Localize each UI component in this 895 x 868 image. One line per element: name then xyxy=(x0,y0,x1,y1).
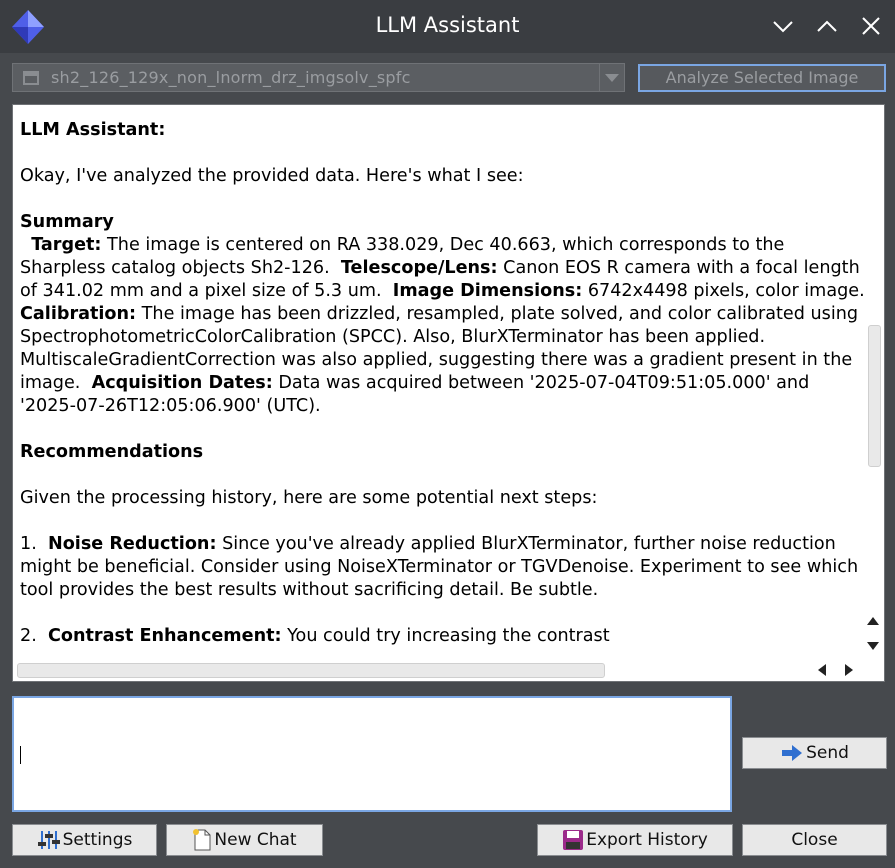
close-window-button[interactable] xyxy=(858,13,884,39)
minimize-button[interactable] xyxy=(770,13,796,39)
item2-prefix: 2. xyxy=(20,626,48,646)
arrow-right-icon xyxy=(782,745,803,761)
new-document-icon xyxy=(193,829,211,851)
scroll-down-icon[interactable] xyxy=(867,642,879,650)
close-button[interactable]: Close xyxy=(742,824,887,856)
item1-prefix: 1. xyxy=(20,534,48,554)
chevron-down-icon xyxy=(773,21,793,33)
horizontal-scroll-thumb[interactable] xyxy=(17,663,605,678)
settings-label: Settings xyxy=(62,830,133,850)
sliders-icon xyxy=(37,831,60,849)
intro-text: Okay, I've analyzed the provided data. H… xyxy=(20,166,524,186)
chevron-up-icon xyxy=(817,20,837,32)
analyze-selected-image-button[interactable]: Analyze Selected Image xyxy=(638,64,886,92)
settings-button[interactable]: Settings xyxy=(12,824,157,856)
scroll-right-icon[interactable] xyxy=(845,664,853,676)
export-history-label: Export History xyxy=(586,830,708,850)
scroll-up-icon[interactable] xyxy=(867,617,879,625)
item2-text: You could try increasing the contrast xyxy=(281,626,610,646)
summary-heading: Summary xyxy=(20,212,114,232)
chat-output-text: LLM Assistant: Okay, I've analyzed the p… xyxy=(20,119,865,659)
send-label: Send xyxy=(806,743,849,763)
assistant-heading: LLM Assistant: xyxy=(20,120,166,140)
new-chat-button[interactable]: New Chat xyxy=(166,824,323,856)
dimensions-text: 6742x4498 pixels, color image. xyxy=(587,281,865,301)
maximize-button[interactable] xyxy=(814,13,840,39)
item2-label: Contrast Enhancement: xyxy=(47,626,282,646)
chat-output-panel[interactable]: LLM Assistant: Okay, I've analyzed the p… xyxy=(12,104,885,682)
telescope-label: Telescope/Lens: xyxy=(340,258,498,278)
export-history-button[interactable]: Export History xyxy=(537,824,733,856)
image-window-icon xyxy=(23,71,39,85)
recommendations-heading: Recommendations xyxy=(20,442,204,462)
item1-label: Noise Reduction: xyxy=(47,534,217,554)
calibration-label: Calibration: xyxy=(20,304,137,324)
chat-input-field[interactable] xyxy=(12,696,732,812)
recommendations-intro: Given the processing history, here are s… xyxy=(20,488,598,508)
acquisition-label: Acquisition Dates: xyxy=(91,373,273,393)
send-button[interactable]: Send xyxy=(742,737,887,769)
dimensions-label: Image Dimensions: xyxy=(392,281,583,301)
dropdown-arrow-icon[interactable] xyxy=(599,64,624,91)
target-label: Target: xyxy=(31,235,102,255)
image-select-value: sh2_126_129x_non_lnorm_drz_imgsolv_spfc xyxy=(51,68,411,87)
vertical-scrollbar[interactable] xyxy=(863,105,884,660)
scroll-left-icon[interactable] xyxy=(818,664,826,676)
title-bar[interactable]: LLM Assistant xyxy=(0,0,895,53)
image-select-dropdown[interactable]: sh2_126_129x_non_lnorm_drz_imgsolv_spfc xyxy=(12,63,625,92)
llm-assistant-window: LLM Assistant sh2_126_129x_non_lnorm_drz… xyxy=(0,0,895,868)
text-caret xyxy=(20,746,21,764)
save-floppy-icon xyxy=(563,830,584,850)
new-chat-label: New Chat xyxy=(214,830,297,850)
horizontal-scrollbar[interactable] xyxy=(13,659,863,681)
close-icon xyxy=(862,17,880,35)
vertical-scroll-thumb[interactable] xyxy=(868,325,881,467)
window-title: LLM Assistant xyxy=(375,13,520,37)
